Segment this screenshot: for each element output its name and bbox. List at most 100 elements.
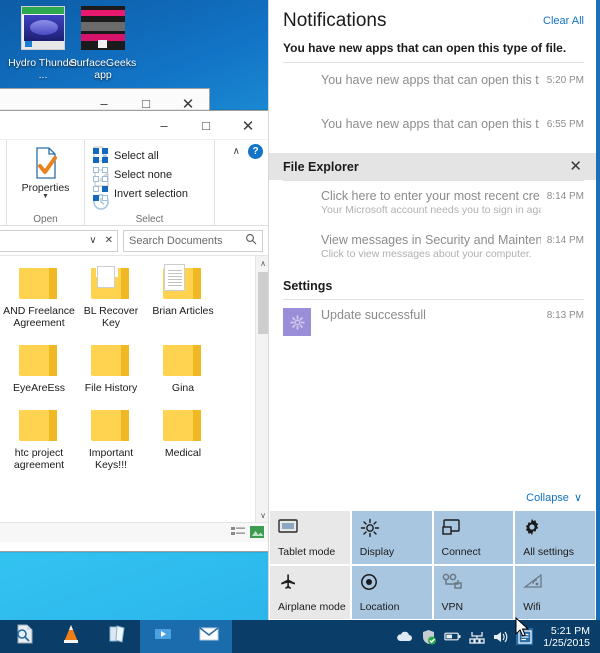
quick-tile-label: Location (360, 601, 400, 613)
quick-tile-location[interactable]: Location (351, 565, 433, 620)
volume-icon[interactable] (492, 628, 509, 645)
view-mode-buttons (231, 525, 264, 543)
file-item[interactable]: AND Freelance Agreement (3, 264, 75, 329)
file-name: EyeAreEss (3, 382, 75, 394)
file-name: Important Keys!!! (75, 447, 147, 471)
explorer-window-front[interactable]: – □ ✕ ∧ ? (0, 110, 270, 552)
folder-open-icon (89, 264, 133, 302)
details-view-icon[interactable] (231, 525, 245, 543)
close-icon[interactable]: ✕ (565, 159, 586, 174)
taskbar-item-books[interactable] (94, 620, 140, 653)
clock-time: 5:21 PM (543, 625, 590, 637)
collapse-ribbon-icon[interactable]: ∧ (233, 146, 240, 157)
quick-tile-label: Wifi (523, 601, 541, 613)
help-icon[interactable]: ? (248, 144, 263, 159)
taskbar-item-mail[interactable] (186, 620, 232, 653)
action-center-title: Notifications (269, 0, 401, 36)
file-explorer-search-icon (14, 623, 36, 650)
notification-title: View messages in Security and Mainten (321, 233, 541, 247)
quick-tile-wifi[interactable]: Wifi (514, 565, 596, 620)
collapse-button[interactable]: Collapse ∨ (269, 485, 596, 510)
quick-tile-display[interactable]: Display (351, 510, 433, 565)
chevron-down-icon[interactable]: ▼ (7, 193, 84, 200)
file-item[interactable]: File History (75, 341, 147, 394)
file-item[interactable]: htc project agreement (3, 406, 75, 471)
quick-tile-label: VPN (442, 601, 464, 613)
folder-document-icon (161, 264, 205, 302)
ribbon-toolbar: ∧ ? ▼ (0, 140, 269, 226)
notification-item[interactable]: You have new apps that can open this t 6… (269, 109, 596, 153)
quick-tile-airplane-mode[interactable]: Airplane mode (269, 565, 351, 620)
file-item[interactable]: EyeAreEss (3, 341, 75, 394)
notification-item[interactable]: You have new apps that can open this t 5… (269, 65, 596, 109)
select-all-label: Select all (114, 150, 159, 162)
notification-subhead: You have new apps that can open this typ… (269, 36, 596, 62)
quick-tile-tablet-mode[interactable]: Tablet mode (269, 510, 351, 565)
notification-body: You have new apps that can open this t (321, 117, 541, 131)
maximize-button[interactable]: □ (185, 111, 227, 140)
explorer-status-bar (0, 522, 269, 542)
vlc-icon (60, 623, 82, 650)
taskbar-clock[interactable]: 5:21 PM 1/25/2015 (540, 625, 596, 649)
select-commands: Select all Select none Inv (93, 146, 188, 203)
quick-tile-all-settings[interactable]: All settings (514, 510, 596, 565)
notification-app-icon (283, 73, 311, 101)
file-list-area[interactable]: AND Freelance Agreement BL Recover Key (0, 256, 269, 522)
desktop-icon-surfacegeeks-app[interactable]: SurfaceGeeks app (66, 6, 140, 81)
close-button[interactable]: ✕ (227, 111, 269, 140)
file-item[interactable]: Brian Articles (147, 264, 219, 329)
wifi-icon (523, 573, 595, 595)
taskbar-item-file-explorer-search[interactable] (2, 620, 48, 653)
network-icon[interactable] (468, 628, 485, 645)
quick-tile-connect[interactable]: Connect (433, 510, 515, 565)
taskbar-item-store[interactable] (140, 620, 186, 653)
notification-item[interactable]: View messages in Security and Mainten Cl… (269, 225, 596, 269)
notification-item[interactable]: Update successfull 8:13 PM (269, 300, 596, 344)
select-all-button[interactable]: Select all (93, 146, 188, 165)
file-name: Medical (147, 447, 219, 459)
invert-selection-button[interactable]: Invert selection (93, 184, 188, 203)
file-item[interactable]: Gina (147, 341, 219, 394)
quick-tile-label: Tablet mode (278, 546, 335, 558)
file-grid: AND Freelance Agreement BL Recover Key (0, 256, 269, 483)
address-clear-icon[interactable]: ✕ (105, 235, 113, 246)
scrollbar-thumb[interactable] (258, 272, 268, 334)
quick-tile-vpn[interactable]: VPN (433, 565, 515, 620)
notification-title: Click here to enter your most recent cre (321, 189, 541, 203)
minimize-button[interactable]: – (143, 111, 185, 140)
battery-icon[interactable] (444, 628, 461, 645)
ribbon-right-controls: ∧ ? (233, 144, 263, 159)
properties-button[interactable]: Properties ▼ (7, 146, 84, 200)
address-input[interactable]: ∨ ✕ (0, 230, 118, 252)
notification-app-icon (283, 117, 311, 145)
taskbar-item-vlc[interactable] (48, 620, 94, 653)
tablet-icon (278, 518, 350, 540)
quick-tile-label: Display (360, 546, 394, 558)
notification-title: You have new apps that can open this t (321, 117, 541, 131)
select-all-icon (93, 148, 108, 163)
mail-icon (199, 626, 219, 647)
action-center-panel: Notifications Clear All You have new app… (268, 0, 596, 620)
invert-selection-label: Invert selection (114, 188, 188, 200)
clear-all-button[interactable]: Clear All (543, 0, 596, 27)
titlebar-front-window[interactable]: – □ ✕ (0, 111, 269, 140)
notification-group-file-explorer-header[interactable]: File Explorer ✕ (269, 153, 596, 180)
notification-item[interactable]: Click here to enter your most recent cre… (269, 181, 596, 225)
search-input[interactable]: Search Documents (123, 230, 263, 252)
file-item[interactable]: Medical (147, 406, 219, 471)
address-dropdown-icon[interactable]: ∨ (89, 235, 96, 246)
file-item[interactable]: Important Keys!!! (75, 406, 147, 471)
file-list-scrollbar[interactable]: ∧ ∨ (255, 256, 269, 522)
onedrive-icon[interactable] (396, 628, 413, 645)
notification-time: 6:55 PM (547, 117, 584, 130)
system-tray: 5:21 PM 1/25/2015 (396, 620, 600, 653)
notification-title: Update successfull (321, 308, 541, 322)
ribbon-group-new: ▼ ▼ w (0, 140, 7, 226)
security-shield-icon[interactable] (420, 628, 437, 645)
file-item[interactable]: BL Recover Key (75, 264, 147, 329)
select-none-button[interactable]: Select none (93, 165, 188, 184)
folder-icon (89, 406, 133, 444)
notification-group-title: File Explorer (283, 160, 359, 174)
gear-icon (523, 518, 595, 540)
large-icons-view-icon[interactable] (250, 525, 264, 543)
